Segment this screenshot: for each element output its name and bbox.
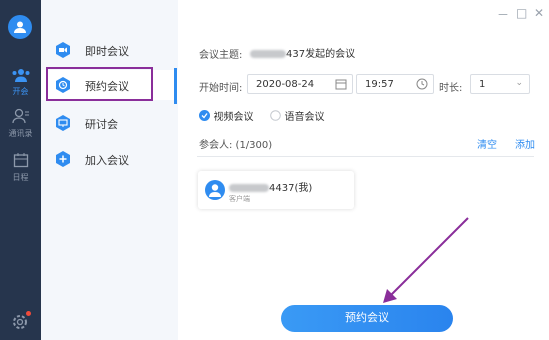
- schedule-meeting-button[interactable]: 预约会议: [281, 305, 453, 332]
- annotation-arrow: [383, 217, 469, 303]
